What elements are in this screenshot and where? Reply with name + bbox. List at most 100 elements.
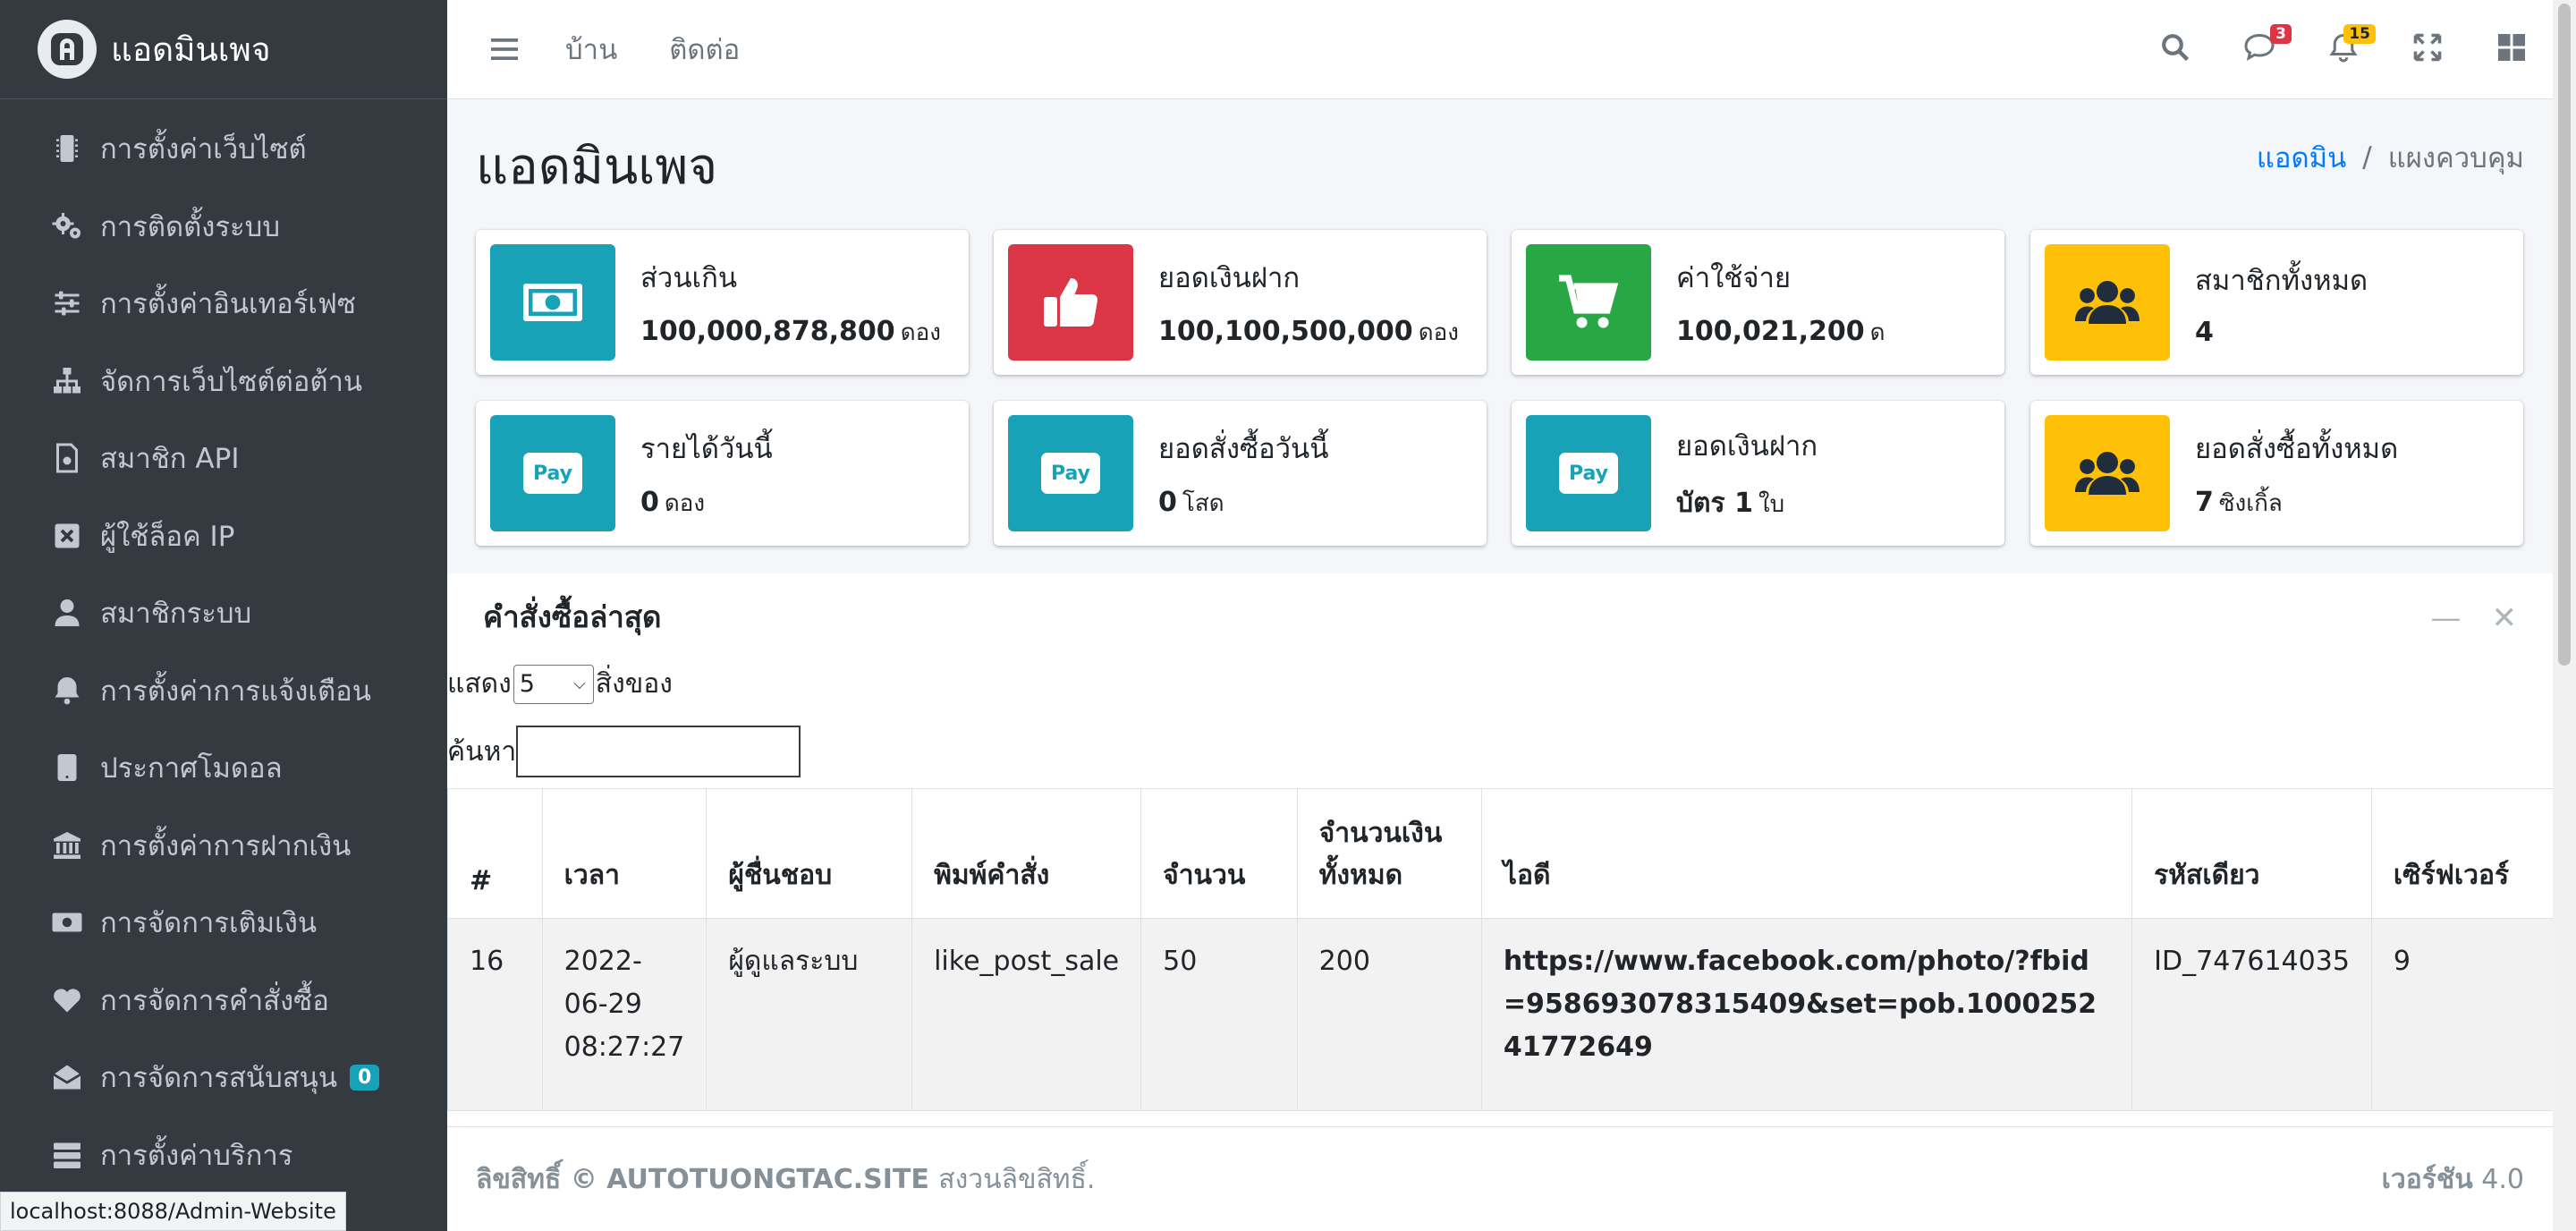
footer-suffix: สงวนลิขสิทธิ์. xyxy=(938,1163,1096,1195)
cell-id-link[interactable]: https://www.facebook.com/photo/?fbid=958… xyxy=(1480,918,2133,1111)
sidebar-item-label: การตั้งค่าบริการ xyxy=(100,1139,293,1172)
stat-label: ยอดสั่งซื้อทั้งหมด xyxy=(2195,432,2399,465)
stat-value: 100,000,878,800 xyxy=(640,315,895,347)
thumbs-up-icon xyxy=(1008,244,1133,361)
tablet-icon xyxy=(48,749,86,786)
envelope-open-icon xyxy=(48,1058,86,1096)
sidebar-item-notification-settings[interactable]: การตั้งค่าการแจ้งเตือน xyxy=(0,652,447,730)
apple-pay-label: Pay xyxy=(1050,462,1091,485)
sitemap-icon xyxy=(48,362,86,400)
footer-version-label: เวอร์ชัน xyxy=(2381,1163,2473,1195)
nav-link-contact[interactable]: ติดต่อ xyxy=(669,27,740,72)
status-bar-url: localhost:8088/Admin-Website xyxy=(0,1192,346,1231)
sidebar-item-order-management[interactable]: การจัดการคำสั่งซื้อ xyxy=(0,962,447,1040)
column-header[interactable]: จำนวนเงินทั้งหมด xyxy=(1296,788,1482,919)
breadcrumb-current: แผงควบคุม xyxy=(2387,142,2524,174)
notifications-badge: 15 xyxy=(2343,24,2376,44)
stat-value: 100,021,200 xyxy=(1676,315,1865,347)
fullscreen-icon[interactable] xyxy=(2411,31,2447,67)
stat-label: รายได้วันนี้ xyxy=(640,432,773,465)
cell-number: 16 xyxy=(447,918,543,1111)
bank-icon xyxy=(48,827,86,864)
table-header-row: # เวลา ผู้ชื่นชอบ พิมพ์คำสั่ง จำนวน จำนว… xyxy=(447,788,2576,919)
sidebar-item-system-setup[interactable]: การติดตั้งระบบ xyxy=(0,188,447,266)
search-icon[interactable] xyxy=(2159,31,2195,67)
stat-unit: ดอง xyxy=(1418,318,1459,346)
column-header[interactable]: ผู้ชื่นชอบ xyxy=(706,788,913,919)
sidebar-item-modal-announcement[interactable]: ประกาศโมดอล xyxy=(0,729,447,807)
shopping-cart-icon xyxy=(1526,244,1651,361)
breadcrumb: แอดมิน / แผงควบคุม xyxy=(2257,135,2524,180)
sidebar-item-label: การตั้งค่าการฝากเงิน xyxy=(100,829,352,862)
column-header[interactable]: รหัสเดียว xyxy=(2131,788,2372,919)
messages-badge: 3 xyxy=(2270,24,2292,44)
sidebar-item-api-members[interactable]: สมาชิก API xyxy=(0,420,447,497)
sidebar-item-website-settings[interactable]: การตั้งค่าเว็บไซต์ xyxy=(0,110,447,188)
footer-version: เวอร์ชัน 4.0 xyxy=(2382,1159,2524,1201)
scrollbar-thumb[interactable] xyxy=(2558,4,2571,666)
table-length-control: แสดง 5 ⌵ สิ่งของ xyxy=(447,663,673,705)
cell-server: 9 xyxy=(2370,918,2576,1111)
stat-value: 0 xyxy=(640,486,659,518)
orders-table: # เวลา ผู้ชื่นชอบ พิมพ์คำสั่ง จำนวน จำนว… xyxy=(447,788,2576,1111)
main-content: แอดมินเพจ แอดมิน / แผงควบคุม ส่วนเกิน 10… xyxy=(447,99,2576,1231)
brand-name: แอดมินเพจ xyxy=(111,30,271,69)
messages-icon[interactable]: 3 xyxy=(2243,24,2292,67)
page-length-value: 5 xyxy=(519,670,535,698)
support-count-badge: 0 xyxy=(350,1064,380,1091)
column-header[interactable]: พิมพ์คำสั่ง xyxy=(911,788,1142,919)
sidebar-item-label: สมาชิก API xyxy=(100,443,240,476)
apple-pay-label: Pay xyxy=(1568,462,1609,485)
stat-card-surplus: ส่วนเกิน 100,000,878,800 ดอง xyxy=(476,230,969,375)
stat-unit: ด xyxy=(1869,318,1885,346)
collapse-icon[interactable]: — xyxy=(2431,600,2462,636)
search-input[interactable] xyxy=(516,726,801,777)
page-length-select[interactable]: 5 ⌵ xyxy=(513,664,594,704)
column-header[interactable]: จำนวน xyxy=(1140,788,1298,919)
top-navbar: บ้าน ติดต่อ 3 15 xyxy=(447,0,2553,99)
sidebar-item-label: ผู้ใช้ล็อค IP xyxy=(100,520,235,553)
cell-order-type: like_post_sale xyxy=(911,918,1142,1111)
sidebar-item-interface-settings[interactable]: การตั้งค่าอินเทอร์เฟซ xyxy=(0,265,447,343)
breadcrumb-admin-link[interactable]: แอดมิน xyxy=(2257,135,2346,180)
cell-total: 200 xyxy=(1296,918,1482,1111)
money-bill-icon xyxy=(48,904,86,941)
stat-label: ส่วนเกิน xyxy=(640,261,738,294)
table-row[interactable]: 16 2022-06-29 08:27:27 ผู้ดูแลระบบ like_… xyxy=(447,918,2576,1111)
column-header[interactable]: # xyxy=(447,788,543,919)
sidebar-item-support-management[interactable]: การจัดการสนับสนุน 0 xyxy=(0,1039,447,1116)
brand-link[interactable]: แอดมินเพจ xyxy=(0,0,447,99)
stat-label: ยอดเงินฝาก xyxy=(1676,429,1818,463)
sliders-icon xyxy=(48,284,86,322)
nav-link-home[interactable]: บ้าน xyxy=(565,27,617,72)
sidebar-item-service-settings[interactable]: การตั้งค่าบริการ xyxy=(0,1116,447,1194)
chevron-down-icon: ⌵ xyxy=(573,675,586,693)
close-icon[interactable]: ✕ xyxy=(2492,600,2518,636)
sidebar-item-topup-management[interactable]: การจัดการเติมเงิน xyxy=(0,884,447,962)
grid-apps-icon[interactable] xyxy=(2496,31,2531,67)
sidebar-item-label: การจัดการสนับสนุน xyxy=(100,1062,338,1095)
file-code-icon xyxy=(48,439,86,477)
menu-toggle-icon[interactable] xyxy=(488,33,521,65)
microchip-icon xyxy=(48,130,86,167)
sidebar-item-deposit-settings[interactable]: การตั้งค่าการฝากเงิน xyxy=(0,807,447,885)
length-label-post: สิ่งของ xyxy=(595,668,673,700)
navbar-right: 3 15 xyxy=(2111,24,2531,67)
sidebar-item-label: การตั้งค่าเว็บไซต์ xyxy=(100,133,307,166)
column-header[interactable]: เวลา xyxy=(541,788,708,919)
card-tools: — ✕ xyxy=(2401,600,2518,636)
sidebar-item-system-members[interactable]: สมาชิกระบบ xyxy=(0,574,447,652)
column-header[interactable]: ไอดี xyxy=(1480,788,2133,919)
stat-label: ยอดสั่งซื้อวันนี้ xyxy=(1158,432,1329,465)
sidebar-item-ip-lock[interactable]: ผู้ใช้ล็อค IP xyxy=(0,497,447,575)
x-square-icon xyxy=(48,517,86,555)
sidebar-item-anti-website[interactable]: จัดการเว็บไซต์ต่อต้าน xyxy=(0,343,447,420)
bell-icon[interactable]: 15 xyxy=(2327,24,2376,67)
sidebar-item-label: การจัดการเติมเงิน xyxy=(100,907,318,940)
column-header[interactable]: เซิร์ฟเวอร์ xyxy=(2370,788,2576,919)
stat-card-deposit-cards: Pay ยอดเงินฝาก บัตร 1 ใบ xyxy=(1512,401,2004,546)
footer-site-link[interactable]: AUTOTUONGTAC.SITE xyxy=(606,1164,929,1195)
stat-label: ยอดเงินฝาก xyxy=(1158,261,1301,294)
page-scrollbar[interactable] xyxy=(2553,0,2576,1231)
apple-pay-label: Pay xyxy=(532,462,573,485)
